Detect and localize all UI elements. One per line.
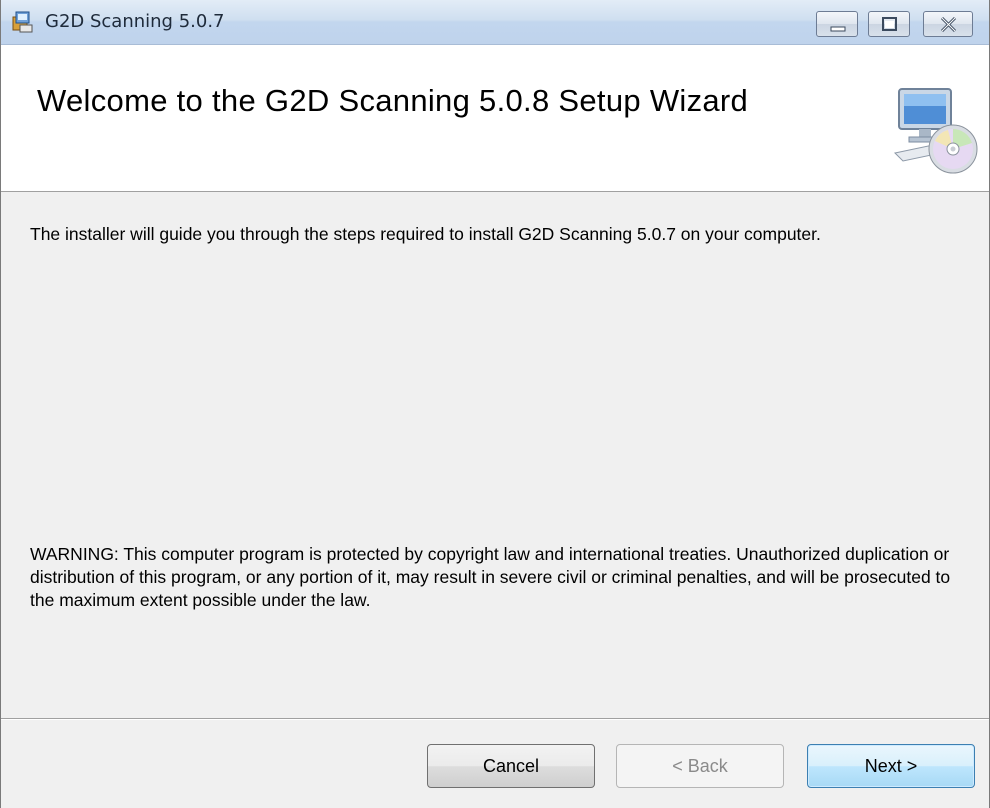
computer-cd-icon <box>893 83 981 175</box>
setup-wizard-window: G2D Scanning 5.0.7 Welcome to the G2D Sc… <box>0 0 990 808</box>
copyright-warning: WARNING: This computer program is protec… <box>30 544 951 610</box>
installer-icon <box>11 11 35 33</box>
back-button[interactable]: < Back <box>616 744 784 788</box>
next-button[interactable]: Next > <box>807 744 975 788</box>
title-bar[interactable]: G2D Scanning 5.0.7 <box>1 0 989 45</box>
close-button[interactable] <box>923 11 973 37</box>
window-title: G2D Scanning 5.0.7 <box>45 11 225 32</box>
header-banner: Welcome to the G2D Scanning 5.0.8 Setup … <box>1 45 989 192</box>
close-icon <box>940 16 957 33</box>
cancel-button[interactable]: Cancel <box>427 744 595 788</box>
footer-divider-highlight <box>1 719 989 720</box>
page-title: Welcome to the G2D Scanning 5.0.8 Setup … <box>37 83 749 118</box>
intro-text: The installer will guide you through the… <box>30 224 821 244</box>
maximize-icon <box>882 17 897 31</box>
maximize-button[interactable] <box>868 11 910 37</box>
minimize-icon <box>830 26 846 32</box>
minimize-button[interactable] <box>816 11 858 37</box>
